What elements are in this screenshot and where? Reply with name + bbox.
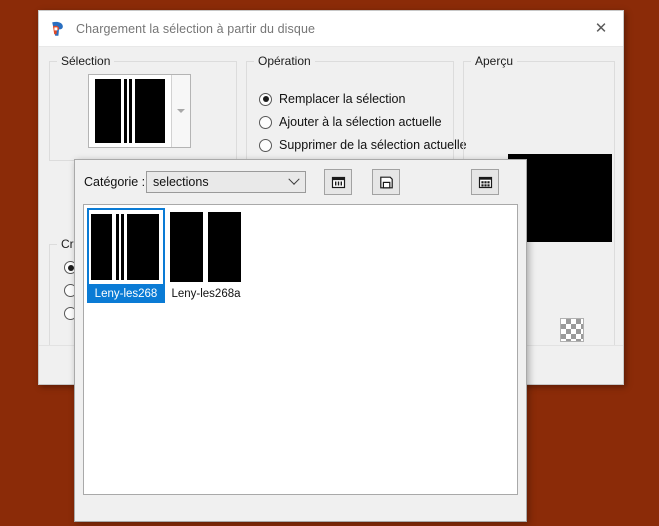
save-button[interactable]	[372, 169, 400, 195]
selection-thumbnail	[87, 208, 165, 286]
selection-browser-panel: Catégorie : selections Leny-les268 Leny-…	[74, 159, 527, 522]
selection-group: Sélection	[49, 54, 237, 161]
operation-group-title: Opération	[254, 54, 315, 68]
dialog-titlebar[interactable]: Chargement la sélection à partir du disq…	[39, 11, 623, 47]
close-icon[interactable]: ✕	[579, 11, 623, 46]
category-dropdown-value: selections	[153, 175, 209, 189]
radio-label: Supprimer de la sélection actuelle	[279, 138, 467, 152]
list-item-label: Leny-les268	[87, 286, 165, 303]
selection-thumbnail	[167, 208, 245, 286]
selection-preview-thumbnail	[89, 75, 172, 147]
radio-label: Ajouter à la sélection actuelle	[279, 115, 442, 129]
open-folder-button[interactable]	[324, 169, 352, 195]
radio-replace-selection[interactable]: Remplacer la sélection	[259, 92, 405, 106]
selection-preview-combo[interactable]	[88, 74, 191, 148]
radio-label: Remplacer la sélection	[279, 92, 406, 106]
transparency-swatch-icon[interactable]	[560, 318, 584, 342]
floppy-disk-icon	[379, 176, 393, 188]
selection-preview-dropdown-button[interactable]	[171, 75, 190, 147]
radio-add-to-selection[interactable]: Ajouter à la sélection actuelle	[259, 115, 442, 129]
chevron-down-icon	[283, 173, 305, 186]
paintshop-pro-icon	[49, 20, 67, 38]
category-dropdown[interactable]: selections	[146, 171, 306, 193]
list-item-label: Leny-les268a	[171, 288, 241, 300]
selection-group-title: Sélection	[57, 54, 115, 68]
open-file-icon	[331, 176, 345, 188]
radio-indicator	[259, 138, 272, 152]
list-item[interactable]: Leny-les268a	[167, 208, 245, 303]
chevron-down-icon	[177, 109, 186, 113]
grid-delete-icon	[478, 176, 492, 188]
radio-indicator	[259, 115, 272, 129]
category-label: Catégorie :	[84, 175, 146, 189]
browser-toolbar: Catégorie : selections	[75, 160, 526, 204]
browser-status-bar	[75, 496, 526, 521]
dialog-title: Chargement la sélection à partir du disq…	[76, 21, 316, 36]
radio-indicator	[259, 92, 272, 106]
selection-file-list[interactable]: Leny-les268 Leny-les268a	[83, 204, 518, 495]
list-item[interactable]: Leny-les268	[87, 208, 165, 303]
operation-group: Opération Remplacer la sélection Ajouter…	[246, 54, 467, 161]
preview-group-title: Aperçu	[471, 54, 518, 68]
delete-button[interactable]	[471, 169, 499, 195]
radio-remove-from-selection[interactable]: Supprimer de la sélection actuelle	[259, 138, 467, 152]
